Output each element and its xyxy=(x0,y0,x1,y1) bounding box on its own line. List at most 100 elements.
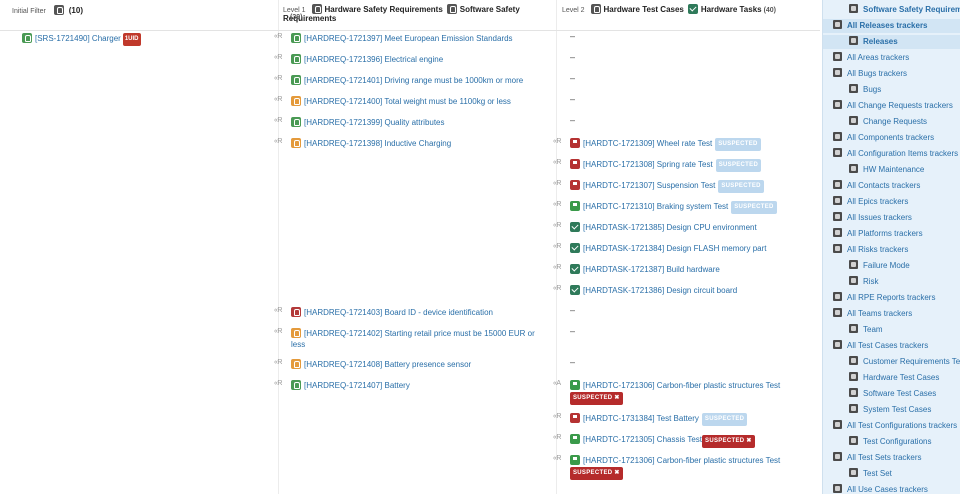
sidebar-item-label[interactable]: All Test Configurations trackers xyxy=(847,421,957,430)
level2-item[interactable]: [HARDTC-1721306] Carbon-fiber plastic st… xyxy=(570,380,815,405)
level2-item-link[interactable]: [HARDTC-1721305] Chassis Test xyxy=(583,435,702,444)
sidebar-tracker-item[interactable]: Hardware Test Cases xyxy=(823,371,960,385)
level1-item[interactable]: [HARDREQ-1721397] Meet European Emission… xyxy=(291,33,546,44)
sidebar-group-item[interactable]: All Change Requests trackers xyxy=(823,99,960,113)
level1-item-link[interactable]: [HARDREQ-1721407] Battery xyxy=(304,381,410,390)
level1-item-link[interactable]: [HARDREQ-1721398] Inductive Charging xyxy=(304,139,451,148)
sidebar-group-item[interactable]: All Areas trackers xyxy=(823,51,960,65)
sidebar-item-label[interactable]: All Epics trackers xyxy=(847,197,908,206)
sidebar-tracker-item[interactable]: Change Requests xyxy=(823,115,960,129)
root-item[interactable]: [SRS-1721490] Charger 1UID xyxy=(22,33,141,46)
sidebar-item-label[interactable]: All Test Sets trackers xyxy=(847,453,922,462)
sidebar-item-label[interactable]: Failure Mode xyxy=(863,261,910,270)
sidebar-tracker-item[interactable]: Test Configurations xyxy=(823,435,960,449)
sidebar-group-item[interactable]: All Epics trackers xyxy=(823,195,960,209)
sidebar-tracker-item[interactable]: Test Set xyxy=(823,467,960,481)
suspected-badge[interactable]: SUSPECTED ✖ xyxy=(702,435,755,448)
level1-item-link[interactable]: [HARDREQ-1721403] Board ID - device iden… xyxy=(304,308,493,317)
level1-item-link[interactable]: [HARDREQ-1721401] Driving range must be … xyxy=(304,76,523,85)
level2-item-link[interactable]: [HARDTC-1721306] Carbon-fiber plastic st… xyxy=(583,456,780,465)
sidebar-group-item[interactable]: All Bugs trackers xyxy=(823,67,960,81)
sidebar-item-label[interactable]: Software Safety Requirements xyxy=(863,5,960,14)
level1-item-link[interactable]: [HARDREQ-1721402] Starting retail price … xyxy=(304,329,535,338)
level2-item[interactable]: [HARDTASK-1721384] Design FLASH memory p… xyxy=(570,243,815,254)
sidebar-tracker-item[interactable]: Software Safety Requirements xyxy=(823,3,960,17)
sidebar-tracker-item[interactable]: Software Test Cases xyxy=(823,387,960,401)
level2-item[interactable]: [HARDTC-1721308] Spring rate Test SUSPECT… xyxy=(570,159,815,172)
sidebar-item-label[interactable]: Risk xyxy=(863,277,879,286)
sidebar-tracker-item[interactable]: System Test Cases xyxy=(823,403,960,417)
sidebar-item-label[interactable]: All Risks trackers xyxy=(847,245,908,254)
sidebar-item-label[interactable]: All Test Cases trackers xyxy=(847,341,928,350)
sidebar-group-item[interactable]: All Test Sets trackers xyxy=(823,451,960,465)
level1-item[interactable]: [HARDREQ-1721402] Starting retail price … xyxy=(291,328,546,350)
sidebar-item-label[interactable]: All Platforms trackers xyxy=(847,229,923,238)
sidebar-item-label[interactable]: Releases xyxy=(863,37,898,46)
sidebar-item-label[interactable]: Test Configurations xyxy=(863,437,931,446)
sidebar-item-label[interactable]: Test Set xyxy=(863,469,892,478)
level2-item[interactable]: [HARDTASK-1721386] Design circuit board xyxy=(570,285,815,296)
sidebar-item-label[interactable]: HW Maintenance xyxy=(863,165,924,174)
level2-item-link[interactable]: [HARDTC-1721307] Suspension Test xyxy=(583,181,715,190)
sidebar-item-label[interactable]: All Areas trackers xyxy=(847,53,909,62)
level1-item[interactable]: [HARDREQ-1721400] Total weight must be 1… xyxy=(291,96,546,107)
level1-item-link[interactable]: [HARDREQ-1721408] Battery presence senso… xyxy=(304,360,471,369)
level1-item-link[interactable]: [HARDREQ-1721397] Meet European Emission… xyxy=(304,34,513,43)
sidebar-item-label[interactable]: Software Test Cases xyxy=(863,389,936,398)
level1-item-link[interactable]: [HARDREQ-1721396] Electrical engine xyxy=(304,55,443,64)
sidebar-item-label[interactable]: All Releases trackers xyxy=(847,21,928,30)
sidebar-group-item[interactable]: All Components trackers xyxy=(823,131,960,145)
level2-item-link[interactable]: [HARDTC-1721306] Carbon-fiber plastic st… xyxy=(583,381,780,390)
level1-item[interactable]: [HARDREQ-1721403] Board ID - device iden… xyxy=(291,307,546,318)
level2-item-link[interactable]: [HARDTC-1721308] Spring rate Test xyxy=(583,160,713,169)
level1-item[interactable]: [HARDREQ-1721401] Driving range must be … xyxy=(291,75,546,86)
level2-item-link[interactable]: [HARDTC-1721310] Braking system Test xyxy=(583,202,728,211)
sidebar-group-item[interactable]: All Configuration Items trackers xyxy=(823,147,960,161)
level1-item-link[interactable]: [HARDREQ-1721399] Quality attributes xyxy=(304,118,445,127)
sidebar-group-item[interactable]: All Teams trackers xyxy=(823,307,960,321)
sidebar-group-item[interactable]: All Releases trackers xyxy=(823,19,960,33)
level2-item-link[interactable]: [HARDTASK-1721385] Design CPU environmen… xyxy=(583,223,757,232)
level1-item[interactable]: [HARDREQ-1721407] Battery xyxy=(291,380,546,391)
level2-item[interactable]: [HARDTC-1721305] Chassis Test SUSPECTED ✖ xyxy=(570,434,815,448)
sidebar-group-item[interactable]: All Contacts trackers xyxy=(823,179,960,193)
sidebar-group-item[interactable]: All Test Configurations trackers xyxy=(823,419,960,433)
sidebar-item-label[interactable]: All Components trackers xyxy=(847,133,934,142)
sidebar-group-item[interactable]: All Issues trackers xyxy=(823,211,960,225)
level1-item-link-cont[interactable]: less xyxy=(291,340,305,349)
level2-item[interactable]: [HARDTASK-1721387] Build hardware xyxy=(570,264,815,275)
sidebar-group-item[interactable]: All Test Cases trackers xyxy=(823,339,960,353)
level2-item-link[interactable]: [HARDTASK-1721384] Design FLASH memory p… xyxy=(583,244,766,253)
level2-item[interactable]: [HARDTC-1721309] Wheel rate Test SUSPECTE… xyxy=(570,138,815,151)
sidebar-item-label[interactable]: All Teams trackers xyxy=(847,309,912,318)
sidebar-item-label[interactable]: Bugs xyxy=(863,85,881,94)
level2-item-link[interactable]: [HARDTC-1731384] Test Battery xyxy=(583,414,699,423)
sidebar-group-item[interactable]: All Use Cases trackers xyxy=(823,483,960,494)
level2-item-link[interactable]: [HARDTASK-1721387] Build hardware xyxy=(583,265,720,274)
root-item-link[interactable]: [SRS-1721490] Charger xyxy=(35,34,121,43)
level1-item[interactable]: [HARDREQ-1721399] Quality attributes xyxy=(291,117,546,128)
level2-item[interactable]: [HARDTC-1721306] Carbon-fiber plastic st… xyxy=(570,455,815,480)
sidebar-item-label[interactable]: All Contacts trackers xyxy=(847,181,920,190)
level2-item[interactable]: [HARDTC-1731384] Test Battery SUSPECTED xyxy=(570,413,815,426)
level2-item[interactable]: [HARDTC-1721307] Suspension Test SUSPECTE… xyxy=(570,180,815,193)
sidebar-item-label[interactable]: Change Requests xyxy=(863,117,927,126)
sidebar-item-label[interactable]: Customer Requirements Test Cases xyxy=(863,357,960,366)
sidebar-item-label[interactable]: System Test Cases xyxy=(863,405,931,414)
sidebar-item-label[interactable]: All Issues trackers xyxy=(847,213,912,222)
level1-item[interactable]: [HARDREQ-1721408] Battery presence senso… xyxy=(291,359,546,370)
sidebar-item-label[interactable]: All RPE Reports trackers xyxy=(847,293,935,302)
sidebar-group-item[interactable]: All Risks trackers xyxy=(823,243,960,257)
level2-item-link[interactable]: [HARDTASK-1721386] Design circuit board xyxy=(583,286,737,295)
sidebar-tracker-item[interactable]: Risk xyxy=(823,275,960,289)
level1-item[interactable]: [HARDREQ-1721398] Inductive Charging xyxy=(291,138,546,149)
level2-item-link[interactable]: [HARDTC-1721309] Wheel rate Test xyxy=(583,139,712,148)
sidebar-tracker-item[interactable]: Customer Requirements Test Cases xyxy=(823,355,960,369)
sidebar-item-label[interactable]: Team xyxy=(863,325,883,334)
suspected-badge[interactable]: SUSPECTED ✖ xyxy=(570,467,623,480)
sidebar-tracker-item[interactable]: Bugs xyxy=(823,83,960,97)
sidebar-tracker-item[interactable]: Failure Mode xyxy=(823,259,960,273)
level1-item-link[interactable]: [HARDREQ-1721400] Total weight must be 1… xyxy=(304,97,511,106)
sidebar-tracker-item[interactable]: HW Maintenance xyxy=(823,163,960,177)
sidebar-group-item[interactable]: All Platforms trackers xyxy=(823,227,960,241)
